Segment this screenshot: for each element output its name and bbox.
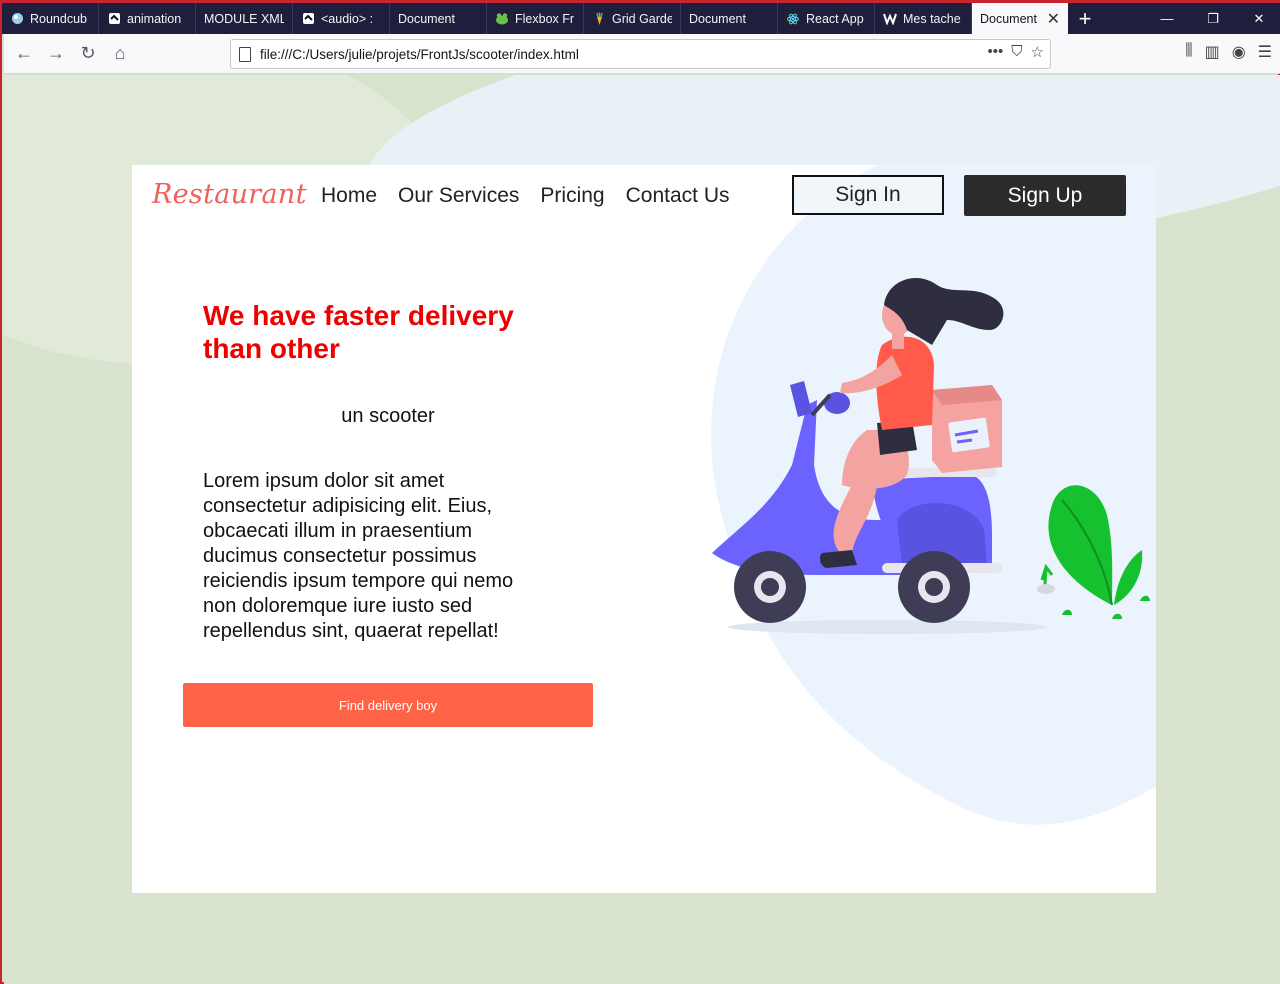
main-nav: Home Our Services Pricing Contact Us (321, 184, 729, 208)
tab[interactable]: Grid Garde (584, 3, 681, 34)
browser-window: Roundcub animation MODULE XML <audio> : … (0, 0, 1280, 984)
carrot-icon (592, 12, 606, 26)
tab-strip: Roundcub animation MODULE XML <audio> : … (2, 0, 1280, 34)
tab[interactable]: React App (778, 3, 875, 34)
tab[interactable]: <audio> : (293, 3, 390, 34)
forward-icon[interactable]: → (40, 38, 72, 70)
tab[interactable]: Document (681, 3, 778, 34)
menu-icon[interactable]: ☰ (1258, 42, 1272, 62)
tab-label: React App (806, 11, 864, 26)
tab[interactable]: MODULE XML (196, 3, 293, 34)
page-icon (239, 46, 251, 62)
url-actions: ••• ⛉ ☆ (988, 43, 1044, 61)
codepen-icon (107, 12, 121, 26)
toolbar-right: ⫼ ▥ ◉ ☰ (1185, 42, 1272, 62)
url-text: file:///C:/Users/julie/projets/FrontJs/s… (260, 46, 579, 62)
tab-label: MODULE XML (204, 11, 284, 26)
library-icon[interactable]: ⫼ (1185, 42, 1192, 62)
tab[interactable]: animation (99, 3, 196, 34)
webflow-icon (883, 12, 897, 26)
bookmark-star-icon[interactable]: ☆ (1031, 43, 1044, 61)
tab-label: Mes tache (903, 11, 961, 26)
home-icon[interactable]: ⌂ (104, 38, 136, 70)
new-tab-button[interactable]: + (1068, 3, 1102, 34)
more-icon[interactable]: ••• (988, 43, 1004, 61)
nav-link-contact[interactable]: Contact Us (626, 184, 730, 208)
find-delivery-boy-button[interactable]: Find delivery boy (183, 683, 593, 727)
tab[interactable]: Document (390, 3, 487, 34)
nav-link-home[interactable]: Home (321, 184, 377, 208)
hero-title: We have faster delivery than other (203, 300, 514, 364)
navigation-toolbar: ← → ↻ ⌂ file:///C:/Users/julie/projets/F… (4, 34, 1280, 74)
roundcube-icon (10, 12, 24, 26)
restore-icon[interactable]: ❐ (1190, 3, 1236, 34)
tab-label: animation (127, 11, 182, 26)
tab-label: Document (980, 11, 1037, 26)
close-window-icon[interactable]: ✕ (1236, 3, 1280, 34)
pocket-icon[interactable]: ⛉ (1011, 43, 1022, 61)
sidebar-icon[interactable]: ▥ (1205, 42, 1220, 62)
page-viewport: Restaurant Home Our Services Pricing Con… (4, 75, 1280, 984)
tab-label: Document (398, 11, 455, 26)
tab-label: Flexbox Fr (515, 11, 575, 26)
sign-in-button[interactable]: Sign In (792, 175, 944, 215)
sign-up-button[interactable]: Sign Up (964, 175, 1126, 216)
tab-label: Roundcub (30, 11, 87, 26)
back-icon[interactable]: ← (8, 38, 40, 70)
tab-label: <audio> : (321, 11, 374, 26)
hero-subtitle: un scooter (341, 405, 435, 427)
close-tab-icon[interactable]: ✕ (1047, 9, 1060, 29)
frog-icon (495, 12, 509, 26)
react-icon (786, 11, 800, 26)
tab-active[interactable]: Document ✕ (972, 3, 1068, 34)
tab[interactable]: Mes tache (875, 3, 972, 34)
account-icon[interactable]: ◉ (1232, 42, 1246, 62)
reload-icon[interactable]: ↻ (72, 38, 104, 70)
tab-label: Document (689, 11, 746, 26)
window-controls: — ❐ ✕ (1144, 3, 1280, 34)
tab[interactable]: Flexbox Fr (487, 3, 584, 34)
address-bar[interactable]: file:///C:/Users/julie/projets/FrontJs/s… (230, 39, 1051, 69)
tab-label: Grid Garde (612, 11, 672, 26)
tab[interactable]: Roundcub (2, 3, 99, 34)
hero-description: Lorem ipsum dolor sit amet consectetur a… (203, 470, 514, 642)
plant-illustration (1037, 485, 1150, 619)
hero-card: Restaurant Home Our Services Pricing Con… (132, 165, 1156, 893)
nav-link-pricing[interactable]: Pricing (540, 184, 604, 208)
brand-logo[interactable]: Restaurant (152, 179, 307, 210)
minimize-icon[interactable]: — (1144, 3, 1190, 34)
codepen-icon (301, 12, 315, 26)
nav-link-services[interactable]: Our Services (398, 184, 519, 208)
